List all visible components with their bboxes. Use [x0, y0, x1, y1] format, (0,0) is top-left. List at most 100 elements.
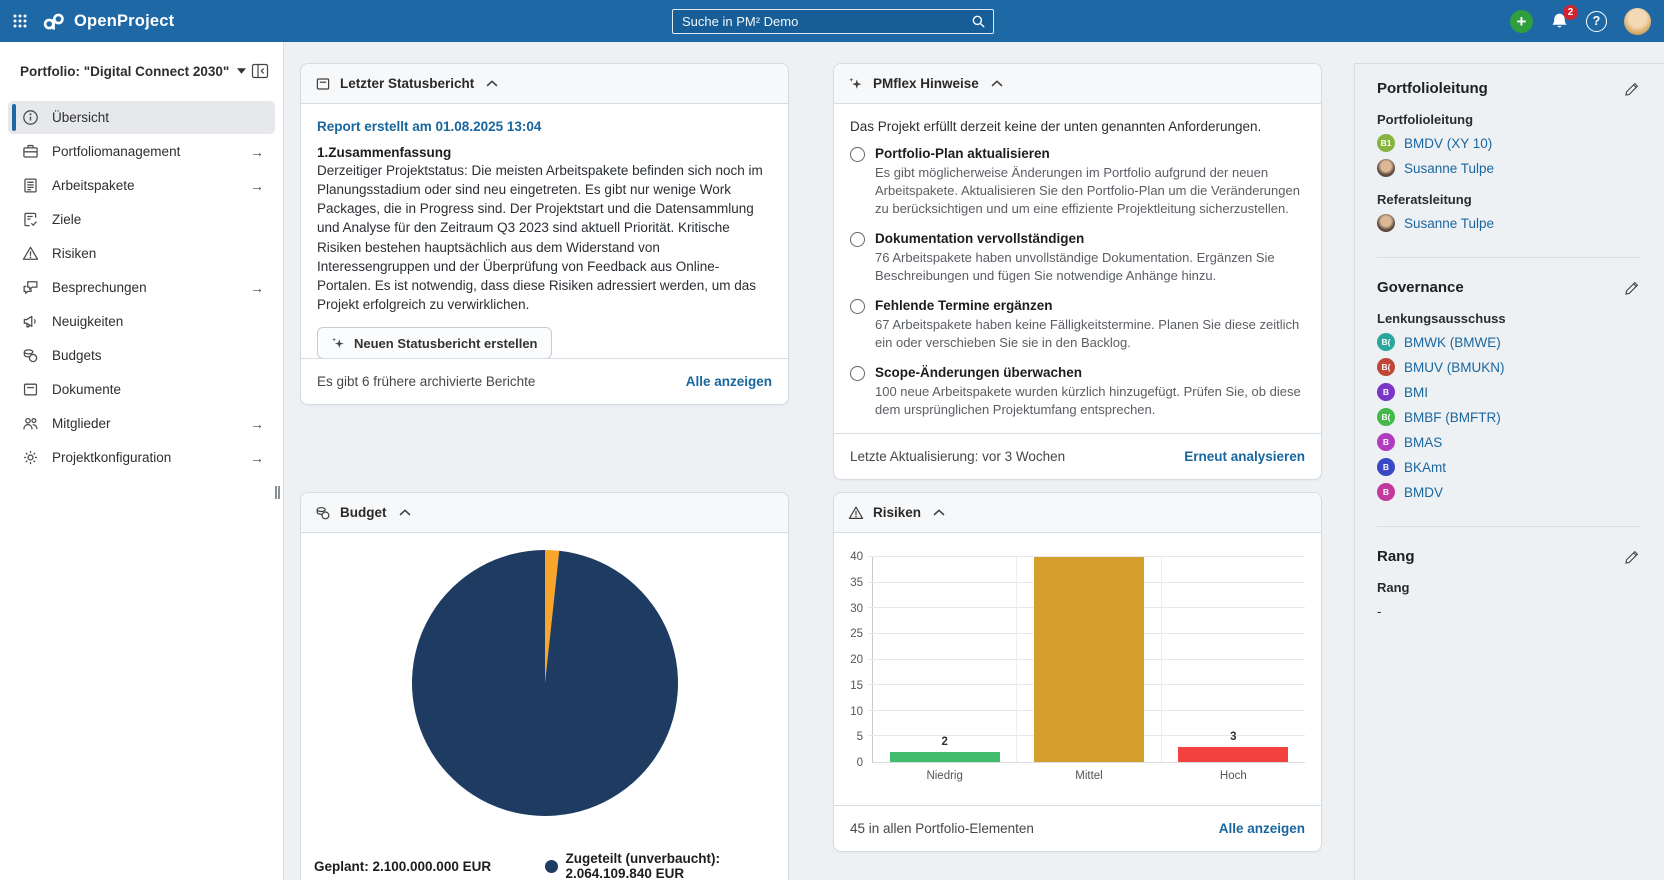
sidebar-item[interactable]: Arbeitspakete → [8, 169, 275, 202]
member-link[interactable]: BMDV [1404, 485, 1443, 500]
member-link[interactable]: BMBF (BMFTR) [1404, 410, 1501, 425]
sidebar-item[interactable]: Besprechungen → [8, 271, 275, 304]
pmflex-hint-item: Scope-Änderungen überwachen 100 neue Arb… [850, 365, 1305, 419]
openproject-logo[interactable]: OpenProject [42, 12, 174, 31]
edit-pencil-icon[interactable] [1624, 549, 1640, 565]
sidebar: Portfolio: "Digital Connect 2030" Übersi… [0, 42, 284, 880]
hint-title: Scope-Änderungen überwachen [875, 364, 1083, 380]
radio-circle-icon[interactable] [850, 147, 865, 162]
hint-description: Es gibt möglicherweise Änderungen im Por… [875, 165, 1300, 216]
radio-circle-icon[interactable] [850, 298, 865, 314]
referatsleitung-members: Susanne Tulpe [1377, 214, 1640, 232]
legend-dot [544, 859, 558, 873]
status-report-card: Letzter Statusbericht Report erstellt am… [300, 63, 789, 405]
global-search-input[interactable] [673, 14, 971, 29]
sidebar-item[interactable]: Portfoliomanagement → [8, 135, 275, 168]
pmflex-hint-list: Portfolio-Plan aktualisieren Es gibt mög… [850, 146, 1305, 418]
sidebar-item[interactable]: Übersicht → [8, 101, 275, 134]
show-all-reports-link[interactable]: Alle anzeigen [686, 374, 772, 389]
sidebar-resize-handle[interactable] [275, 486, 280, 499]
bar-column: 2 Niedrig [873, 557, 1016, 782]
radio-circle-icon[interactable] [850, 365, 865, 381]
rang-value: - [1377, 604, 1382, 619]
risk-bar: 2 [889, 736, 1000, 762]
reanalyze-link[interactable]: Erneut analysieren [1184, 449, 1305, 464]
global-search[interactable] [672, 9, 994, 34]
chevron-up-icon[interactable] [486, 80, 498, 87]
sidebar-item-label: Übersicht [52, 110, 110, 125]
member-row: B BKAmt [1377, 458, 1640, 476]
member-link[interactable]: BMUV (BMUKN) [1404, 360, 1505, 375]
hint-description: 100 neue Arbeitspakete wurden kürzlich h… [875, 383, 1301, 417]
budget-pie-chart [301, 549, 788, 817]
chevron-up-icon[interactable] [399, 509, 411, 516]
arrow-right-icon[interactable]: → [250, 280, 264, 296]
search-icon[interactable] [971, 14, 986, 29]
chevron-up-icon[interactable] [991, 80, 1003, 87]
arrow-right-icon[interactable]: → [250, 450, 264, 466]
section-divider [1377, 526, 1640, 527]
y-tick-label: 0 [856, 757, 863, 769]
portfolioleitung-section-header: Portfolioleitung [1377, 80, 1640, 97]
sidebar-item[interactable]: Ziele → [8, 203, 275, 236]
last-update-note: Letzte Aktualisierung: vor 3 Wochen [850, 449, 1066, 464]
edit-pencil-icon[interactable] [1624, 81, 1640, 97]
header-left: OpenProject [0, 12, 174, 31]
sidebar-item[interactable]: Neuigkeiten → [8, 305, 275, 338]
card-title: Letzter Statusbericht [340, 76, 475, 91]
risks-plot: 2 Niedrig Mittel 3 Hoch [868, 556, 1305, 782]
arrow-right-icon[interactable]: → [250, 416, 264, 432]
pmflex-hints-card: PMflex Hinweise Das Projekt erfüllt derz… [833, 63, 1322, 480]
sidebar-item[interactable]: Projektkonfiguration → [8, 441, 275, 474]
edit-pencil-icon[interactable] [1624, 280, 1640, 296]
attributes-panel: Portfolioleitung Portfolioleitung B1 BMD… [1354, 63, 1664, 880]
risk-bar: 3 [1178, 731, 1289, 762]
budget-card: Budget Geplant: 2.100.000.000 EUR Zugete… [300, 492, 789, 880]
sidebar-item[interactable]: Mitglieder → [8, 407, 275, 440]
risk-bar [1033, 557, 1144, 762]
member-link[interactable]: Susanne Tulpe [1404, 216, 1494, 231]
member-link[interactable]: BMWK (BMWE) [1404, 335, 1501, 350]
quick-add-button[interactable]: + [1510, 9, 1533, 33]
rang-section-header: Rang [1377, 548, 1640, 565]
hint-description: 67 Arbeitspakete haben keine Fälligkeits… [875, 316, 1300, 350]
report-link[interactable]: Report erstellt am 01.08.2025 13:04 [317, 119, 541, 134]
sidebar-item-label: Dokumente [52, 382, 122, 397]
show-all-risks-link[interactable]: Alle anzeigen [1219, 821, 1305, 836]
create-status-report-button[interactable]: Neuen Statusbericht erstellen [317, 327, 552, 358]
hint-title: Fehlende Termine ergänzen [875, 297, 1053, 313]
member-link[interactable]: BMAS [1404, 435, 1442, 450]
help-button[interactable]: ? [1586, 10, 1607, 32]
member-link[interactable]: Susanne Tulpe [1404, 161, 1494, 176]
budget-icon [22, 347, 39, 364]
x-axis-label: Hoch [1219, 770, 1247, 782]
pmflex-footer: Letzte Aktualisierung: vor 3 Wochen Erne… [834, 433, 1321, 479]
chevron-up-icon[interactable] [933, 509, 945, 516]
sidebar-collapse-button[interactable] [251, 63, 269, 79]
arrow-right-icon[interactable]: → [250, 144, 264, 160]
x-axis-label: Mittel [1075, 770, 1103, 782]
portfolio-header-row: Portfolio: "Digital Connect 2030" [0, 42, 283, 79]
member-link[interactable]: BKAmt [1404, 460, 1446, 475]
risks-card-header: Risiken [834, 493, 1321, 533]
user-avatar[interactable] [1624, 7, 1651, 35]
app-modules-grid-icon[interactable] [13, 14, 27, 28]
arrow-right-icon[interactable]: → [250, 178, 264, 194]
sidebar-item-label: Portfoliomanagement [52, 144, 181, 159]
sidebar-item[interactable]: Budgets → [8, 339, 275, 372]
portfolio-selector[interactable]: Portfolio: "Digital Connect 2030" [20, 64, 247, 79]
summary-text: Derzeitiger Projektstatus: Die meisten A… [317, 163, 763, 313]
bar-value-label: 3 [1230, 730, 1237, 743]
sidebar-item[interactable]: Risiken → [8, 237, 275, 270]
pmflex-body: Das Projekt erfüllt derzeit keine der un… [834, 104, 1321, 433]
hint-title: Portfolio-Plan aktualisieren [875, 146, 1050, 161]
member-link[interactable]: BMI [1404, 385, 1428, 400]
member-row: B( BMWK (BMWE) [1377, 333, 1640, 351]
notifications-button[interactable]: 2 [1550, 4, 1578, 31]
bar-column: Mittel [1016, 557, 1160, 782]
member-avatar: B [1377, 433, 1395, 451]
y-tick-label: 35 [850, 576, 863, 589]
sidebar-item[interactable]: Dokumente → [8, 373, 275, 406]
radio-circle-icon[interactable] [850, 231, 865, 247]
member-link[interactable]: BMDV (XY 10) [1404, 136, 1492, 151]
